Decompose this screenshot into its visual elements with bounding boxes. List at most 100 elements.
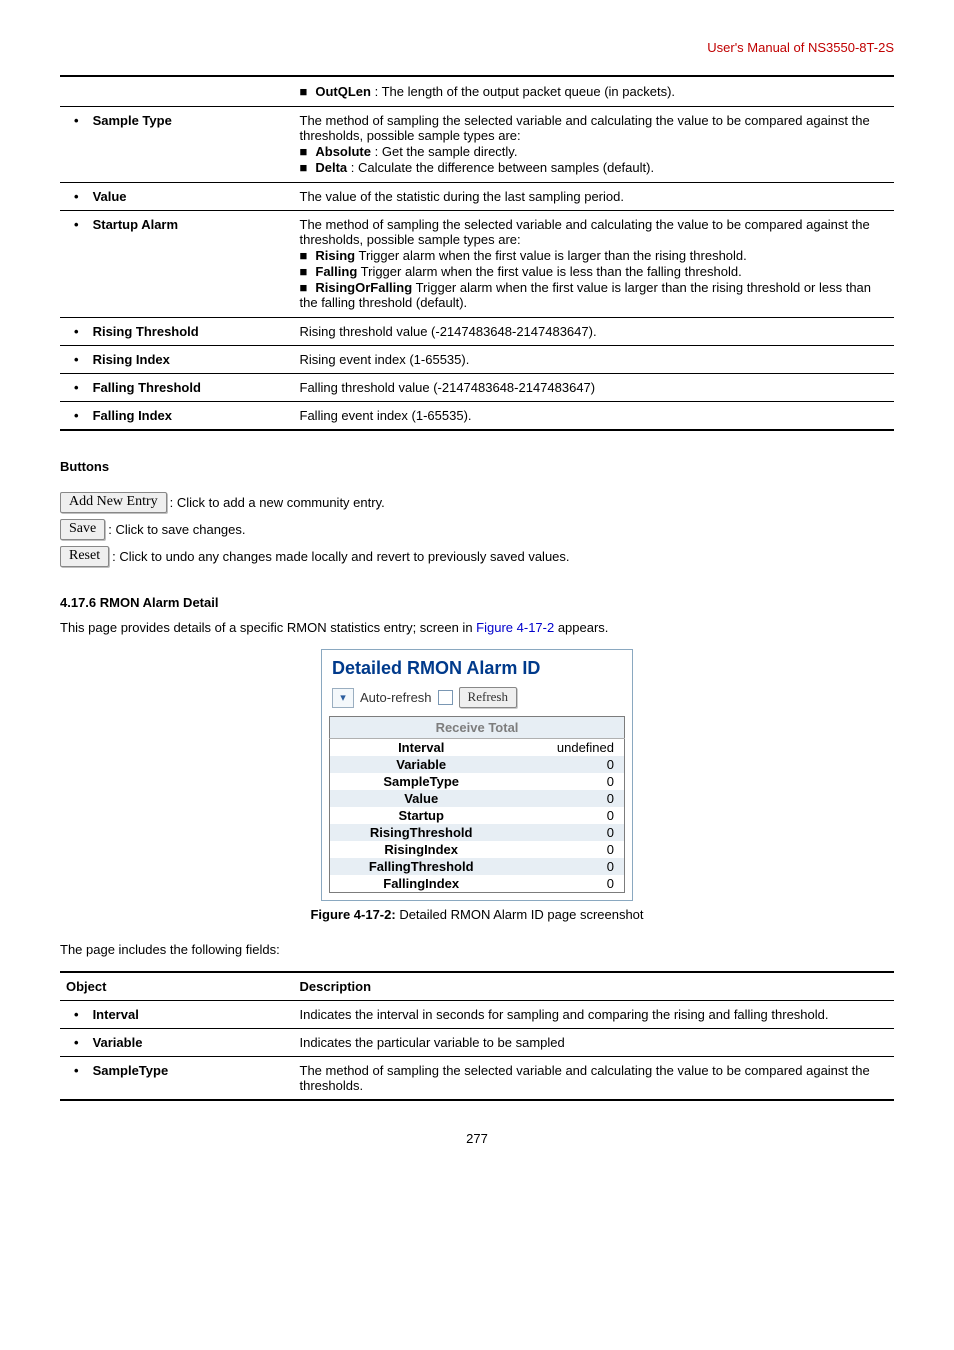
row-label-text: Falling Threshold xyxy=(93,380,201,395)
bullet-icon: • xyxy=(74,189,79,204)
panel-row-value: 0 xyxy=(512,790,624,807)
button-description-row: Reset: Click to undo any changes made lo… xyxy=(60,546,894,567)
panel-row-value: 0 xyxy=(512,875,624,893)
panel-row-value: 0 xyxy=(512,773,624,790)
description-line: The method of sampling the selected vari… xyxy=(300,113,888,143)
table-row: SampleType0 xyxy=(330,773,625,790)
description-line: The value of the statistic during the la… xyxy=(300,189,888,204)
list-item: ■RisingOrFalling Trigger alarm when the … xyxy=(300,280,888,310)
fields-description-table: Object Description •IntervalIndicates th… xyxy=(60,971,894,1101)
item-term: RisingOrFalling xyxy=(315,280,412,295)
square-bullet-icon: ■ xyxy=(300,264,308,279)
item-text: : Get the sample directly. xyxy=(375,144,518,159)
row-label-text: Variable xyxy=(93,1035,143,1050)
rmon-alarm-panel: Detailed RMON Alarm ID ▾ Auto-refresh Re… xyxy=(321,649,633,901)
button-description-text: : Click to undo any changes made locally… xyxy=(112,549,569,564)
square-bullet-icon: ■ xyxy=(300,84,308,99)
table-row-label: • Startup Alarm xyxy=(60,211,294,318)
figure-caption-label: Figure 4-17-2: xyxy=(310,907,395,922)
save-button[interactable]: Save xyxy=(60,519,105,540)
table-row-label: •Sample Type xyxy=(60,107,294,183)
alarm-config-table: ■OutQLen : The length of the output pack… xyxy=(60,75,894,431)
table-row-description: Rising threshold value (-2147483648-2147… xyxy=(294,318,894,346)
figure-caption-text: Detailed RMON Alarm ID page screenshot xyxy=(396,907,644,922)
table-row-label: • Falling Index xyxy=(60,402,294,431)
figure-reference-link[interactable]: Figure 4-17-2 xyxy=(476,620,554,635)
list-item: ■Rising Trigger alarm when the first val… xyxy=(300,248,888,263)
bullet-icon: • xyxy=(74,1063,79,1078)
receive-total-header: Receive Total xyxy=(330,717,625,739)
intro-paragraph: This page provides details of a specific… xyxy=(60,620,894,635)
button-description-row: Save: Click to save changes. xyxy=(60,519,894,540)
list-item: ■Delta : Calculate the difference betwee… xyxy=(300,160,888,175)
button-description-text: : Click to add a new community entry. xyxy=(170,495,385,510)
table-row-description: Falling threshold value (-2147483648-214… xyxy=(294,374,894,402)
item-text: Trigger alarm when the first value is la… xyxy=(359,248,747,263)
bullet-icon: • xyxy=(74,217,79,232)
add-new-entry-button[interactable]: Add New Entry xyxy=(60,492,167,513)
description-line: Rising event index (1-65535). xyxy=(300,352,888,367)
list-item: ■Falling Trigger alarm when the first va… xyxy=(300,264,888,279)
panel-controls: ▾ Auto-refresh Refresh xyxy=(322,683,632,716)
description-line: The method of sampling the selected vari… xyxy=(300,217,888,247)
table2-intro: The page includes the following fields: xyxy=(60,942,894,957)
table-row: RisingIndex0 xyxy=(330,841,625,858)
panel-row-value: 0 xyxy=(512,807,624,824)
table-row: FallingThreshold0 xyxy=(330,858,625,875)
row-label-text: Value xyxy=(93,189,127,204)
description-line: Rising threshold value (-2147483648-2147… xyxy=(300,324,888,339)
id-dropdown[interactable]: ▾ xyxy=(332,688,354,708)
item-term: Absolute xyxy=(315,144,371,159)
table-row-label: •Rising Index xyxy=(60,346,294,374)
table-row: Startup0 xyxy=(330,807,625,824)
item-text: : Calculate the difference between sampl… xyxy=(351,160,654,175)
table-row: RisingThreshold0 xyxy=(330,824,625,841)
buttons-section: Add New Entry: Click to add a new commun… xyxy=(60,492,894,567)
list-item: ■OutQLen : The length of the output pack… xyxy=(300,84,888,99)
panel-row-value: undefined xyxy=(512,739,624,757)
row-label-text: Falling Index xyxy=(93,408,172,423)
square-bullet-icon: ■ xyxy=(300,144,308,159)
auto-refresh-checkbox[interactable] xyxy=(438,690,453,705)
refresh-button[interactable]: Refresh xyxy=(459,687,517,708)
panel-row-value: 0 xyxy=(512,841,624,858)
panel-row-label: FallingThreshold xyxy=(330,858,513,875)
bullet-icon: • xyxy=(74,380,79,395)
table-row-label: •Interval xyxy=(60,1001,294,1029)
auto-refresh-label: Auto-refresh xyxy=(360,690,432,705)
panel-row-label: SampleType xyxy=(330,773,513,790)
panel-title: Detailed RMON Alarm ID xyxy=(322,650,632,683)
receive-total-table: Receive Total IntervalundefinedVariable0… xyxy=(329,716,625,893)
row-label-text: Startup Alarm xyxy=(93,217,178,232)
item-term: OutQLen xyxy=(315,84,371,99)
table-row-description: Falling event index (1-65535). xyxy=(294,402,894,431)
bullet-icon: • xyxy=(74,1035,79,1050)
buttons-heading: Buttons xyxy=(60,459,894,474)
bullet-icon: • xyxy=(74,324,79,339)
panel-row-label: Variable xyxy=(330,756,513,773)
table-row-description: Rising event index (1-65535). xyxy=(294,346,894,374)
reset-button[interactable]: Reset xyxy=(60,546,109,567)
button-description-text: : Click to save changes. xyxy=(108,522,245,537)
table-row-label: • Variable xyxy=(60,1029,294,1057)
panel-row-label: FallingIndex xyxy=(330,875,513,893)
panel-row-value: 0 xyxy=(512,858,624,875)
table2-head-description: Description xyxy=(294,972,894,1001)
table-row-label: •SampleType xyxy=(60,1057,294,1101)
table-row-label xyxy=(60,76,294,107)
item-text: Trigger alarm when the first value is le… xyxy=(361,264,742,279)
bullet-icon: • xyxy=(74,408,79,423)
item-term: Rising xyxy=(315,248,355,263)
row-label-text: Interval xyxy=(93,1007,139,1022)
table-row-description: The value of the statistic during the la… xyxy=(294,183,894,211)
table-row-label: •Rising Threshold xyxy=(60,318,294,346)
row-label-text: Sample Type xyxy=(93,113,172,128)
table-row-description: The method of sampling the selected vari… xyxy=(294,211,894,318)
intro-pre: This page provides details of a specific… xyxy=(60,620,476,635)
row-label-text: Rising Index xyxy=(93,352,170,367)
button-description-row: Add New Entry: Click to add a new commun… xyxy=(60,492,894,513)
table-row-description: The method of sampling the selected vari… xyxy=(294,1057,894,1101)
table-row: Intervalundefined xyxy=(330,739,625,757)
figure-caption: Figure 4-17-2: Detailed RMON Alarm ID pa… xyxy=(60,907,894,922)
table-row: FallingIndex0 xyxy=(330,875,625,893)
